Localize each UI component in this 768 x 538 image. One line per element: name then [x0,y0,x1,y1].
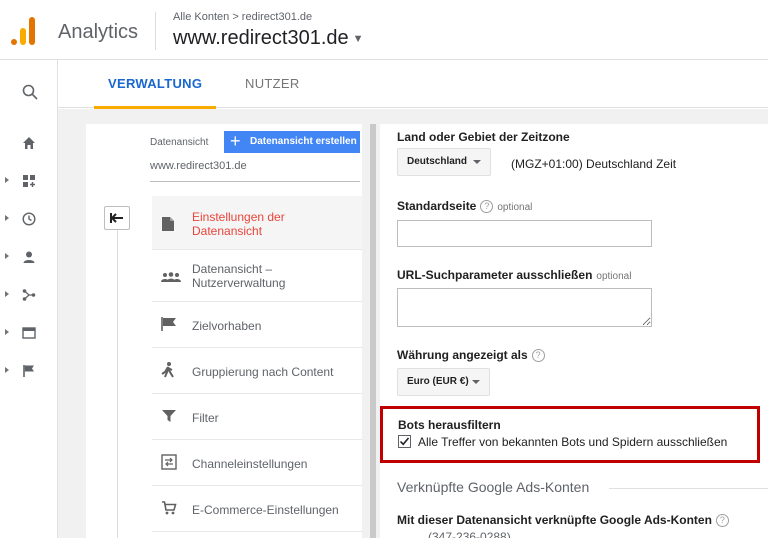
cart-icon [162,501,177,515]
create-view-label: Datenansicht erstellen [250,136,357,147]
channel-icon [161,454,177,470]
audience-icon[interactable] [0,244,58,274]
currency-value: Euro (EUR €) [407,376,469,387]
linked-ads-label: Mit dieser Datenansicht verknüpfte Googl… [397,513,729,528]
timezone-text: (MGZ+01:00) Deutschland Zeit [511,157,677,171]
document-icon [162,217,174,231]
linked-ads-account[interactable]: (347-236-0288) [428,530,511,538]
home-icon[interactable] [0,130,58,160]
url-params-label: URL-Suchparameter ausschließen optional [397,268,631,282]
left-nav-rail [0,60,58,538]
menu-item-view-user-management[interactable]: Datenansicht – Nutzerverwaltung [152,250,362,302]
default-page-input[interactable] [397,220,652,247]
flag-icon [161,317,176,331]
bot-filter-checkbox-label[interactable]: Alle Treffer von bekannten Bots und Spid… [418,435,727,449]
users-icon [161,272,181,282]
app-name: Analytics [58,21,139,43]
menu-item-label: Gruppierung nach Content [192,365,334,379]
menu-item-goals[interactable]: Zielvorhaben [152,302,362,348]
menu-item-channel-settings[interactable]: Channeleinstellungen [152,440,362,486]
dropdown-arrow-icon [473,160,481,164]
default-page-optional: optional [497,202,533,213]
realtime-icon[interactable] [0,206,58,236]
analytics-logo-icon[interactable] [11,17,37,45]
help-icon[interactable]: ? [715,514,729,528]
view-column: Datenansicht + Datenansicht erstellen www… [86,124,362,538]
view-selector[interactable]: www.redirect301.de [150,160,360,182]
linked-ads-section-title: Verknüpfte Google Ads-Konten [397,479,590,495]
behavior-icon[interactable] [0,320,58,350]
timezone-country-value: Deutschland [407,156,468,167]
section-divider [609,488,768,489]
conversions-icon[interactable] [0,358,58,388]
url-params-optional: optional [596,271,632,282]
view-settings-panel: Land oder Gebiet der Zeitzone Deutschlan… [380,124,768,538]
acquisition-icon[interactable] [0,282,58,312]
breadcrumb[interactable]: Alle Konten > redirect301.de [173,11,312,23]
bot-filter-checkbox[interactable] [398,435,411,448]
view-column-label: Datenansicht [150,137,209,148]
menu-item-view-settings[interactable]: Einstellungen der Datenansicht [152,196,362,250]
plus-icon: + [230,131,241,151]
default-page-label-text: Standardseite [397,199,477,213]
back-button[interactable] [104,206,130,230]
menu-item-label: Zielvorhaben [192,319,262,333]
admin-tabs: VERWALTUNG NUTZER [58,60,768,109]
help-icon[interactable]: ? [531,349,545,363]
currency-label-text: Währung angezeigt als [397,348,528,362]
filter-icon [162,410,176,422]
customization-icon[interactable] [0,168,58,198]
checkmark-icon [399,437,410,446]
help-icon[interactable]: ? [480,200,494,214]
menu-item-content-grouping[interactable]: Gruppierung nach Content [152,348,362,394]
currency-select[interactable]: Euro (EUR €) [397,368,490,396]
tab-nutzer[interactable]: NUTZER [245,60,300,108]
tab-verwaltung[interactable]: VERWALTUNG [93,60,217,109]
menu-item-label: E-Commerce-Einstellungen [192,503,339,517]
bot-filter-title: Bots herausfiltern [398,418,501,432]
dropdown-arrow-icon [472,380,480,384]
bot-filter-highlight: Bots herausfiltern Alle Treffer von beka… [380,406,760,463]
menu-item-label: Datenansicht – Nutzerverwaltung [192,262,286,290]
search-icon[interactable] [0,78,58,108]
menu-item-label: Einstellungen der Datenansicht [192,210,285,238]
menu-item-filter[interactable]: Filter [152,394,362,440]
arrow-left-icon [110,213,123,223]
column-timeline [117,230,118,538]
url-params-label-text: URL-Suchparameter ausschließen [397,268,593,282]
header: Analytics Alle Konten > redirect301.de w… [0,0,768,60]
view-settings-menu: Einstellungen der Datenansicht Datenansi… [152,196,362,532]
property-name: www.redirect301.de [173,27,349,49]
create-view-button[interactable]: + Datenansicht erstellen [224,131,360,153]
default-page-label: Standardseite? optional [397,199,533,214]
caret-down-icon: ▼ [352,32,364,45]
timezone-country-select[interactable]: Deutschland [397,148,491,176]
url-params-textarea[interactable] [397,288,652,327]
timezone-label: Land oder Gebiet der Zeitzone [397,130,570,144]
header-divider [155,12,156,50]
property-selector[interactable]: www.redirect301.de ▼ [173,27,364,50]
currency-label: Währung angezeigt als? [397,348,545,363]
menu-item-label: Filter [192,411,219,425]
linked-ads-label-text: Mit dieser Datenansicht verknüpfte Googl… [397,513,712,527]
menu-item-label: Channeleinstellungen [192,457,308,471]
column-separator [370,124,376,538]
menu-item-ecommerce-settings[interactable]: E-Commerce-Einstellungen [152,486,362,532]
walker-icon [161,362,174,378]
